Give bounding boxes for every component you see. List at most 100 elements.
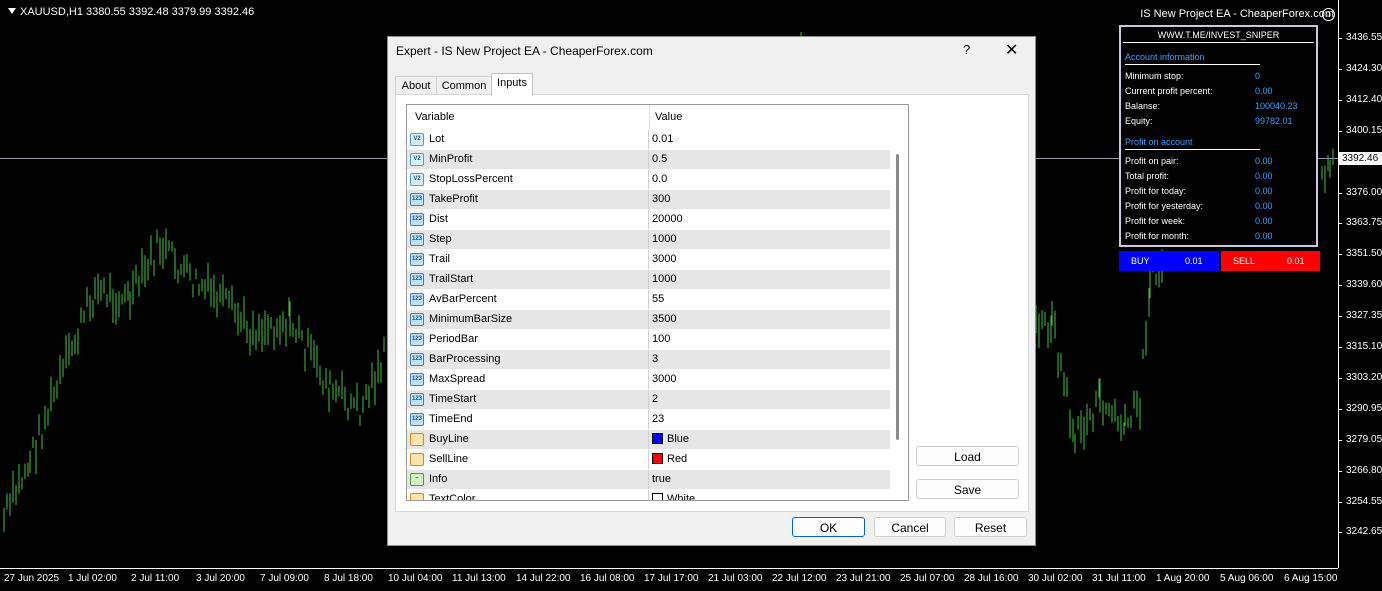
param-value[interactable]: 0.01 (652, 133, 673, 145)
param-row[interactable]: 123 PeriodBar 100 (407, 329, 890, 350)
tab-common[interactable]: Common (436, 76, 492, 95)
param-name: Step (429, 233, 452, 245)
info-label: Profit for month: (1125, 231, 1190, 241)
price-tick-label: 3400.15 (1346, 124, 1382, 136)
integer-icon: 123 (410, 213, 424, 226)
price-tick-mark (1338, 532, 1342, 534)
color-swatch (652, 493, 663, 500)
ok-button[interactable]: OK (792, 517, 865, 537)
price-tick-mark (1338, 408, 1342, 410)
sell-lot: 0.01 (1287, 256, 1305, 266)
bool-icon: ~ (410, 473, 424, 486)
param-name: StopLossPercent (429, 173, 513, 185)
save-button[interactable]: Save (916, 479, 1019, 499)
param-row[interactable]: BuyLine Blue (407, 429, 890, 450)
param-row[interactable]: 123 Dist 20000 (407, 209, 890, 230)
symbol-header: XAUUSD,H1 3380.55 3392.48 3379.99 3392.4… (8, 6, 254, 18)
info-label: Total profit: (1125, 171, 1170, 181)
param-value[interactable]: Blue (652, 433, 689, 445)
param-row[interactable]: 123 MaxSpread 3000 (407, 369, 890, 390)
close-icon[interactable]: ✕ (1005, 40, 1018, 60)
cell-separator (648, 390, 649, 410)
param-row[interactable]: 123 MinimumBarSize 3500 (407, 309, 890, 330)
info-value: 0.00 (1255, 231, 1273, 241)
column-value[interactable]: Value (655, 111, 682, 123)
param-value[interactable]: 3000 (652, 373, 676, 385)
time-tick-label: 22 Jul 12:00 (772, 573, 827, 584)
param-row[interactable]: SellLine Red (407, 449, 890, 470)
scrollbar-thumb[interactable] (896, 154, 899, 440)
param-row[interactable]: 123 TrailStart 1000 (407, 269, 890, 290)
param-row[interactable]: 123 Trail 3000 (407, 249, 890, 270)
help-icon[interactable]: ? (963, 42, 970, 57)
price-tick-label: 3436.55 (1346, 32, 1382, 43)
color-swatch (652, 433, 663, 444)
tab-inputs[interactable]: Inputs (491, 73, 533, 96)
param-row[interactable]: 123 TakeProfit 300 (407, 189, 890, 210)
param-value[interactable]: 0.5 (652, 153, 667, 165)
integer-icon: 123 (410, 393, 424, 406)
param-row[interactable]: V2 Lot 0.01 (407, 129, 890, 150)
time-tick-label: 27 Jun 2025 (4, 573, 60, 584)
param-row[interactable]: V2 StopLossPercent 0.0 (407, 169, 890, 190)
info-value: 0.00 (1255, 171, 1273, 181)
param-value[interactable]: 3500 (652, 313, 676, 325)
param-row[interactable]: TextColor White (407, 489, 890, 501)
param-value[interactable]: 300 (652, 193, 670, 205)
cancel-button[interactable]: Cancel (874, 517, 946, 537)
param-name: SellLine (429, 453, 469, 465)
param-value[interactable]: 1000 (652, 233, 676, 245)
param-value[interactable]: White (652, 493, 696, 501)
telegram-link[interactable]: WWW.T.ME/INVEST_SNIPER (1121, 30, 1316, 40)
param-value[interactable]: 3 (652, 353, 658, 365)
price-tick-label: 3327.35 (1346, 310, 1382, 322)
column-separator (649, 105, 650, 129)
color-name: White (667, 493, 696, 501)
param-value[interactable]: 20000 (652, 213, 683, 225)
param-row[interactable]: V2 MinProfit 0.5 (407, 149, 890, 170)
info-value: 0.00 (1255, 156, 1273, 166)
time-tick-label: 8 Jul 18:00 (324, 573, 373, 584)
time-tick-label: 23 Jul 21:00 (836, 573, 891, 584)
param-value[interactable]: 0.0 (652, 173, 667, 185)
grid-header: Variable Value (407, 105, 892, 129)
integer-icon: 123 (410, 293, 424, 306)
load-button[interactable]: Load (916, 446, 1019, 466)
cell-separator (648, 130, 649, 150)
column-variable[interactable]: Variable (415, 111, 455, 123)
buy-lot: 0.01 (1185, 256, 1203, 266)
param-name: AvBarPercent (429, 293, 497, 305)
param-value[interactable]: 2 (652, 393, 658, 405)
price-tick-mark (1338, 501, 1342, 503)
ea-title[interactable]: IS New Project EA - CheaperForex.com (1140, 8, 1334, 20)
buy-button[interactable]: BUY 0.01 (1119, 251, 1219, 271)
time-tick-label: 30 Jul 02:00 (1028, 573, 1083, 584)
param-row[interactable]: 123 BarProcessing 3 (407, 349, 890, 370)
param-value[interactable]: true (652, 473, 671, 485)
cell-separator (648, 190, 649, 210)
param-row[interactable]: 123 TimeEnd 23 (407, 409, 890, 430)
param-row[interactable]: 123 TimeStart 2 (407, 389, 890, 410)
sell-button[interactable]: SELL 0.01 (1221, 251, 1320, 271)
inputs-grid[interactable]: Variable Value V2 Lot 0.01 V2 MinProfit 0.5 V2… (406, 104, 909, 501)
dropdown-triangle-icon[interactable] (8, 8, 16, 14)
param-row[interactable]: 123 Step 1000 (407, 229, 890, 250)
price-tick-mark (1338, 68, 1342, 70)
param-row[interactable]: 123 AvBarPercent 55 (407, 289, 890, 310)
tab-about[interactable]: About (395, 76, 437, 95)
param-value[interactable]: 1000 (652, 273, 676, 285)
param-value[interactable]: 3000 (652, 253, 676, 265)
cell-separator (648, 210, 649, 230)
reset-button[interactable]: Reset (954, 517, 1027, 537)
param-value[interactable]: 55 (652, 293, 664, 305)
price-tick-mark (1338, 130, 1342, 132)
param-value[interactable]: 23 (652, 413, 664, 425)
info-value: 100040.23 (1255, 101, 1298, 111)
param-row[interactable]: ~ Info true (407, 469, 890, 490)
time-tick-label: 21 Jul 03:00 (708, 573, 763, 584)
expert-properties-dialog: Expert - IS New Project EA - CheaperFore… (387, 36, 1036, 546)
param-value[interactable]: Red (652, 453, 687, 465)
param-value[interactable]: 100 (652, 333, 670, 345)
info-label: Profit on pair: (1125, 156, 1179, 166)
time-tick-label: 1 Jul 02:00 (68, 573, 117, 584)
